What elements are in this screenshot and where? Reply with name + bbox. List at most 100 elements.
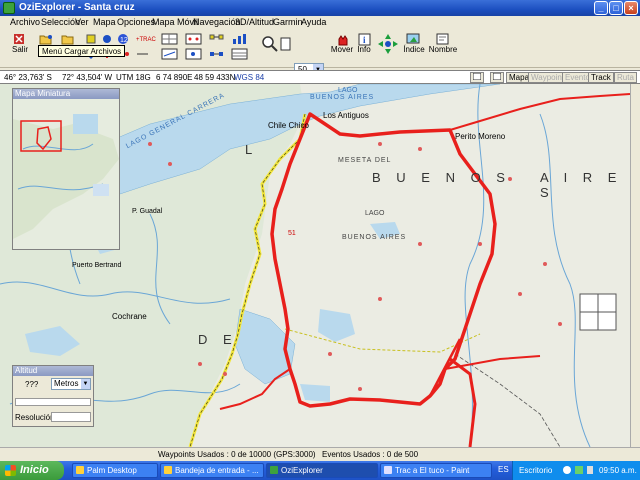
maximize-button[interactable]: □ — [609, 1, 623, 15]
task-label: OziExplorer — [281, 466, 323, 475]
task-palm-desktop[interactable]: Palm Desktop — [72, 463, 158, 478]
track-icon[interactable]: +TRACK — [135, 32, 160, 46]
nodes-blue-icon[interactable] — [208, 47, 226, 61]
coordinate-bar: 46° 23,763' S 72° 43,504' W UTM 18G 6 74… — [0, 70, 640, 84]
desktop-toolbar[interactable]: Escritorio — [519, 461, 552, 480]
info-label: Info — [357, 45, 371, 54]
start-button[interactable]: Inicio — [0, 461, 64, 480]
map-label-meseta: MESETA DEL — [338, 157, 392, 164]
task-label: Palm Desktop — [87, 466, 137, 475]
tray-icon[interactable] — [563, 466, 571, 474]
waypoints-status: Waypoints Usados : 0 de 10000 (GPS:3000) — [158, 450, 316, 459]
minimap-title: Mapa Miniatura — [13, 89, 119, 99]
points-icon[interactable] — [184, 32, 202, 46]
waypoint-icon[interactable] — [84, 32, 100, 46]
altitude-unit-select[interactable]: Metros ▼ — [51, 378, 91, 390]
map-label-route-51: 51 — [288, 230, 296, 237]
map-label-cochrane: Cochrane — [112, 312, 147, 321]
nodes-icon[interactable] — [208, 32, 226, 46]
map-label-aires-big: A I R E S — [540, 170, 623, 200]
salir-label: Salir — [12, 45, 29, 54]
task-paint[interactable]: Trac a El tuco - Paint — [380, 463, 492, 478]
utm-zone: UTM 18G — [116, 73, 151, 82]
layers-icon[interactable] — [404, 32, 422, 46]
start-label: Inicio — [20, 464, 49, 476]
menu-mapa-movil[interactable]: Mapa Móvil — [152, 17, 198, 27]
system-tray: Escritorio 09:50 a.m. — [512, 461, 640, 480]
tab-track[interactable]: Track — [588, 72, 614, 83]
map-label-l-big: L — [245, 142, 253, 157]
network-icon[interactable] — [575, 466, 583, 474]
menu-mapa[interactable]: Mapa — [93, 17, 116, 27]
chart-icon[interactable] — [230, 32, 248, 46]
chevron-down-icon: ▼ — [81, 379, 90, 389]
view-toggle-icon[interactable] — [470, 72, 484, 83]
map-grid-icon[interactable] — [160, 32, 178, 46]
menu-ver[interactable]: Ver — [75, 17, 89, 27]
resolution-field[interactable] — [51, 412, 91, 422]
volume-icon[interactable] — [587, 466, 593, 474]
utm-northing: 48 59 433N — [194, 73, 236, 82]
view-toggle-icon-2[interactable] — [490, 72, 504, 83]
exit-icon[interactable] — [12, 32, 28, 46]
app-icon — [3, 2, 15, 14]
table-icon[interactable] — [230, 47, 248, 61]
vertical-scrollbar[interactable] — [630, 84, 640, 447]
svg-text:+TRACK: +TRACK — [136, 37, 156, 43]
menu-navegacion[interactable]: Navegación — [193, 17, 241, 27]
task-bandeja[interactable]: Bandeja de entrada - ... — [160, 463, 264, 478]
taskbar: Inicio Palm Desktop Bandeja de entrada -… — [0, 461, 640, 480]
altitude-bar — [15, 398, 91, 406]
tab-ruta[interactable]: Ruta — [614, 72, 637, 83]
ruler-icon[interactable] — [135, 47, 151, 61]
info-icon[interactable]: i — [356, 32, 372, 46]
status-bar: Waypoints Usados : 0 de 10000 (GPS:3000)… — [0, 447, 640, 461]
language-indicator[interactable]: ES — [498, 465, 509, 474]
datum-readout: WGS 84 — [234, 73, 265, 82]
event-icon[interactable] — [100, 32, 116, 46]
menu-3d-altitud[interactable]: 3D/Altitud — [235, 17, 274, 27]
minimap-panel[interactable]: Mapa Miniatura — [12, 88, 120, 250]
load-map-icon[interactable] — [60, 32, 76, 46]
map-label-buenos-aires2: BUENOS AIRES — [342, 234, 407, 241]
app-icon — [76, 466, 84, 474]
magnifier-icon[interactable] — [260, 34, 278, 52]
menu-ayuda[interactable]: Ayuda — [301, 17, 326, 27]
mail-icon — [164, 466, 172, 474]
events-status: Eventos Usados : 0 de 500 — [322, 450, 419, 459]
clock: 09:50 a.m. — [599, 466, 637, 475]
longitude-readout: 72° 43,504' W — [62, 73, 113, 82]
task-oziexplorer[interactable]: OziExplorer — [266, 463, 378, 478]
indice-label: Índice — [403, 45, 425, 54]
move-hand-icon[interactable] — [334, 32, 350, 46]
menu-opciones[interactable]: Opciones — [117, 17, 155, 27]
altitude-unit: Metros — [54, 379, 79, 388]
pan-arrows-icon[interactable] — [376, 32, 398, 54]
menu-archivo[interactable]: Archivo — [10, 17, 40, 27]
map-label-de-big: D E — [198, 332, 238, 347]
map-label-buenos-big: B U E N O S — [372, 170, 511, 185]
map-label-perito-moreno: Perito Moreno — [455, 132, 506, 141]
window-title: OziExplorer - Santa cruz — [19, 2, 135, 13]
map-label-puerto-guadal: P. Guadal — [132, 208, 163, 215]
app-icon — [270, 466, 278, 474]
minimap-image — [13, 99, 119, 249]
close-button[interactable]: × — [624, 1, 638, 15]
map-label-chile-chico: Chile Chico — [268, 121, 309, 130]
utm-easting: 6 74 890E — [156, 73, 193, 82]
altitude-value: ??? — [25, 380, 39, 389]
minimize-button[interactable]: _ — [594, 1, 608, 15]
open-file-icon[interactable] — [38, 32, 54, 46]
number-icon[interactable]: 12 — [116, 32, 132, 46]
zoom-tool-icon[interactable] — [278, 34, 292, 52]
map-label-los-antiguos: Los Antiguos — [323, 111, 369, 120]
menu-bar: Archivo Selección Ver Mapa Opciones Mapa… — [0, 16, 640, 30]
map-line-icon[interactable] — [160, 47, 178, 61]
task-label: Trac a El tuco - Paint — [395, 466, 470, 475]
nombre-label: Nombre — [428, 45, 458, 54]
points-blue-icon[interactable] — [184, 47, 202, 61]
menu-garmin[interactable]: Garmin — [273, 17, 303, 27]
name-icon[interactable] — [434, 32, 450, 46]
map-label-lago2: LAGO — [365, 210, 385, 217]
map-label-lago: LAGO — [338, 87, 358, 94]
